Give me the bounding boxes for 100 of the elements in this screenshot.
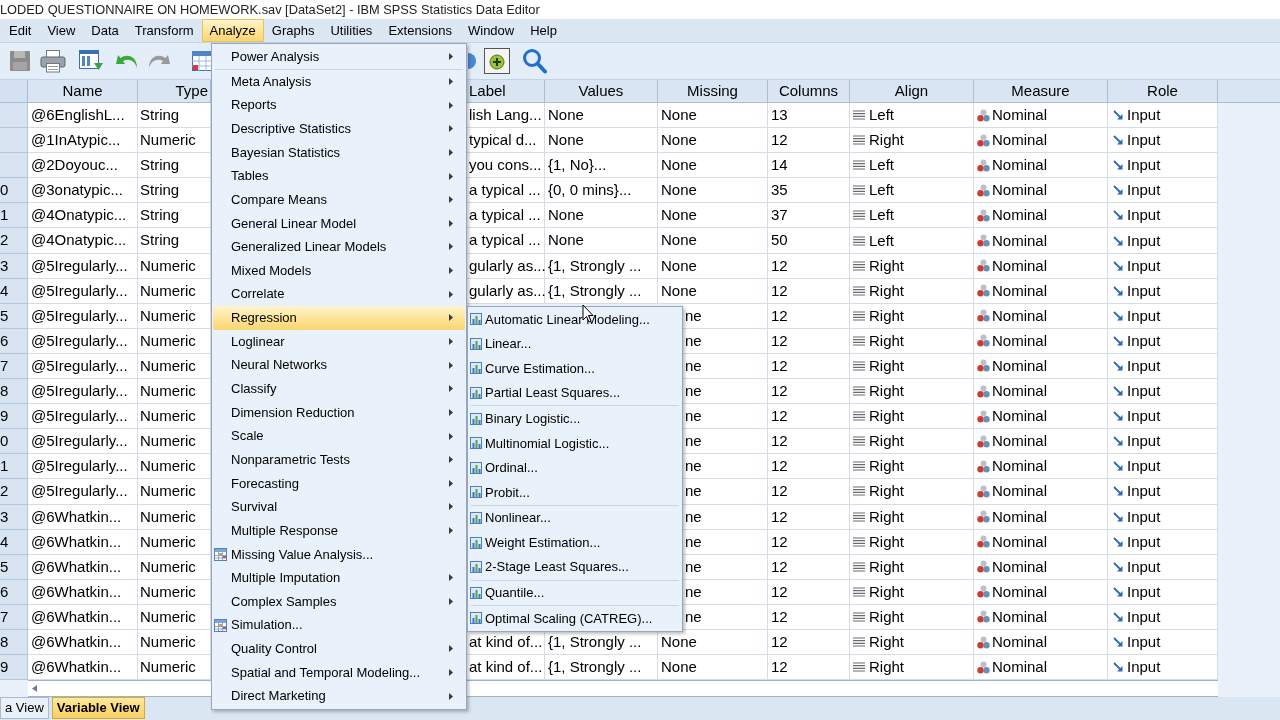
row-header[interactable]: 3 bbox=[0, 504, 28, 530]
menu-item[interactable]: Loglinear bbox=[213, 329, 465, 354]
menu-item[interactable]: 2-Stage Least Squares... bbox=[469, 554, 681, 580]
menu-item[interactable]: Tables bbox=[213, 164, 465, 188]
menu-item[interactable]: Nonparametric Tests bbox=[213, 447, 465, 472]
row-header[interactable]: 6 bbox=[0, 579, 28, 605]
row-header[interactable]: 8 bbox=[0, 379, 28, 405]
row-header[interactable]: 1 bbox=[0, 203, 28, 229]
text-lines-icon bbox=[853, 310, 865, 321]
row-header[interactable]: 0 bbox=[0, 178, 28, 204]
measure-text: Nominal bbox=[992, 556, 1048, 577]
menubar-item[interactable]: View bbox=[39, 19, 84, 42]
diagonal-arrow-icon bbox=[1113, 486, 1123, 497]
row-header[interactable]: 8 bbox=[0, 629, 28, 656]
row-header[interactable]: 2 bbox=[0, 228, 28, 254]
row-header[interactable]: 7 bbox=[0, 353, 28, 380]
menu-item[interactable]: Simulation... bbox=[213, 613, 465, 637]
menu-item[interactable]: Neural Networks bbox=[213, 353, 465, 377]
menubar-item[interactable]: Utilities bbox=[322, 19, 381, 42]
row-header[interactable]: 4 bbox=[0, 529, 28, 555]
menu-item[interactable]: Ordinal... bbox=[469, 455, 681, 481]
columns-cell: 35 bbox=[768, 178, 850, 204]
printer-icon[interactable] bbox=[40, 49, 66, 73]
menu-item[interactable]: Complex Samples bbox=[213, 589, 465, 614]
menu-item[interactable]: Quality Control bbox=[213, 637, 465, 661]
menu-item[interactable]: Nonlinear... bbox=[469, 505, 681, 531]
menu-item[interactable]: Linear... bbox=[469, 331, 681, 357]
menu-item[interactable]: Optimal Scaling (CATREG)... bbox=[469, 606, 681, 631]
menu-item[interactable]: Classify bbox=[213, 376, 465, 401]
menu-item[interactable]: Mixed Models bbox=[213, 258, 465, 283]
menu-item[interactable]: Probit... bbox=[469, 480, 681, 505]
chart-icon bbox=[470, 313, 482, 326]
three-balls-icon bbox=[977, 133, 990, 147]
align-text: Left bbox=[869, 205, 895, 226]
table-icon[interactable] bbox=[191, 50, 212, 72]
menubar-item[interactable]: Window bbox=[459, 19, 523, 42]
menu-item[interactable]: Curve Estimation... bbox=[469, 356, 681, 381]
row-header[interactable]: 2 bbox=[0, 479, 28, 505]
row-header[interactable]: 7 bbox=[0, 604, 28, 630]
menu-item[interactable]: Reports bbox=[213, 93, 465, 117]
menu-item[interactable]: Power Analysis bbox=[213, 45, 465, 69]
row-header[interactable]: 0 bbox=[0, 429, 28, 455]
submenu-arrow-icon bbox=[449, 503, 453, 511]
row-header[interactable]: 5 bbox=[0, 303, 28, 329]
measure-text: Nominal bbox=[992, 305, 1048, 326]
menu-item[interactable]: Binary Logistic... bbox=[469, 406, 681, 431]
three-balls-icon bbox=[977, 284, 990, 298]
menu-item[interactable]: Descriptive Statistics bbox=[213, 116, 465, 141]
menubar-item[interactable]: Data bbox=[83, 19, 127, 42]
row-header[interactable]: 9 bbox=[0, 655, 28, 681]
missing-cell: None bbox=[658, 128, 768, 154]
role-text: Input bbox=[1127, 280, 1161, 301]
menu-item[interactable]: General Linear Model bbox=[213, 211, 465, 236]
window-arrow-icon[interactable] bbox=[78, 49, 104, 73]
row-header[interactable]: 4 bbox=[0, 278, 28, 304]
role-text: Input bbox=[1127, 506, 1161, 527]
menu-item[interactable]: Direct Marketing bbox=[213, 684, 465, 708]
row-header[interactable]: 5 bbox=[0, 554, 28, 580]
menu-item[interactable]: Weight Estimation... bbox=[469, 530, 681, 555]
view-tab[interactable]: a View bbox=[0, 697, 49, 719]
undo-icon[interactable] bbox=[115, 53, 139, 69]
menu-item[interactable]: Scale bbox=[213, 424, 465, 448]
scroll-left-arrow-icon[interactable] bbox=[32, 685, 37, 693]
menu-item[interactable]: Meta Analysis bbox=[213, 69, 465, 94]
menu-item[interactable]: Regression bbox=[213, 306, 465, 330]
measure-text: Nominal bbox=[992, 356, 1048, 376]
menu-item[interactable]: Generalized Linear Models bbox=[213, 235, 465, 259]
variable-name-cell: @4Onatypic... bbox=[28, 228, 138, 254]
row-header[interactable]: 1 bbox=[0, 454, 28, 480]
diagonal-arrow-icon bbox=[1113, 611, 1123, 622]
menubar-item[interactable]: Help bbox=[522, 19, 565, 42]
row-header[interactable]: 9 bbox=[0, 404, 28, 430]
row-header[interactable]: 6 bbox=[0, 328, 28, 354]
menu-item[interactable]: Spatial and Temporal Modeling... bbox=[213, 660, 465, 685]
missing-cell: ne bbox=[683, 379, 768, 405]
columns-cell: 12 bbox=[768, 479, 850, 505]
menubar-item[interactable]: Graphs bbox=[263, 19, 323, 42]
values-cell: {1, No}... bbox=[545, 153, 658, 179]
menubar-item[interactable]: Extensions bbox=[380, 19, 460, 42]
menu-item[interactable]: Dimension Reduction bbox=[213, 400, 465, 425]
submenu-arrow-icon bbox=[449, 527, 453, 535]
menu-item[interactable]: Correlate bbox=[213, 282, 465, 307]
menu-item[interactable]: Bayesian Statistics bbox=[213, 140, 465, 165]
search-icon[interactable] bbox=[521, 48, 548, 74]
menu-item[interactable]: Forecasting bbox=[213, 471, 465, 496]
menubar-item[interactable]: Edit bbox=[1, 19, 40, 42]
menu-item[interactable]: Compare Means bbox=[213, 187, 465, 212]
row-header[interactable]: 3 bbox=[0, 253, 28, 279]
menu-item[interactable]: Multiple Imputation bbox=[213, 566, 465, 590]
menubar-item[interactable]: Analyze bbox=[201, 19, 264, 42]
view-tab[interactable]: Variable View bbox=[51, 697, 145, 719]
redo-icon[interactable] bbox=[147, 53, 171, 69]
menu-item[interactable]: Multiple Response bbox=[213, 518, 465, 543]
menu-item[interactable]: Survival bbox=[213, 495, 465, 519]
menu-item[interactable]: Missing Value Analysis... bbox=[213, 542, 465, 567]
menu-item[interactable]: Quantile... bbox=[469, 580, 681, 606]
menubar-item[interactable]: Transform bbox=[126, 19, 202, 42]
diagonal-arrow-icon bbox=[1113, 536, 1123, 547]
menu-item[interactable]: Multinomial Logistic... bbox=[469, 430, 681, 456]
menu-item[interactable]: Partial Least Squares... bbox=[469, 380, 681, 406]
